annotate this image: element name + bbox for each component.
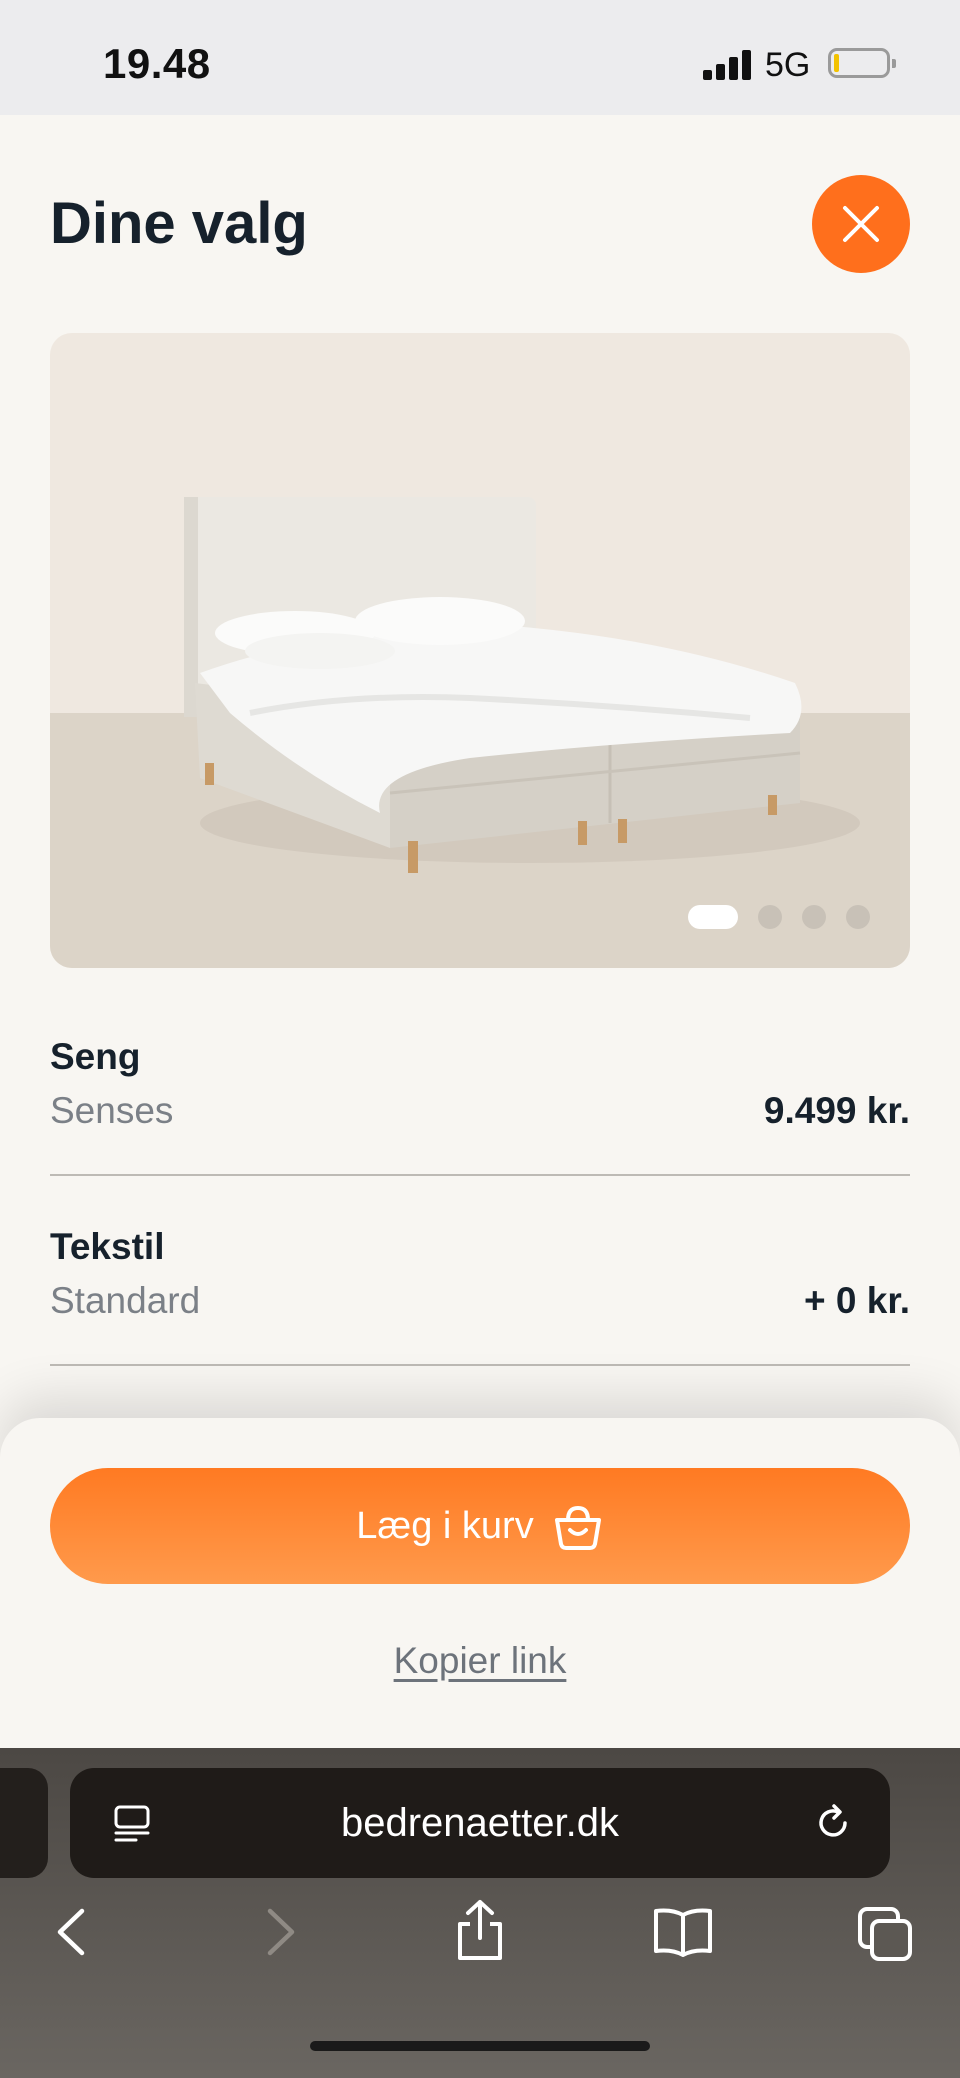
previous-tab-preview[interactable] — [0, 1768, 48, 1878]
cellular-signal-icon — [703, 50, 751, 80]
page-title: Dine valg — [50, 191, 308, 256]
divider — [50, 1174, 910, 1176]
selection-value-tekstil: Standard — [50, 1280, 201, 1321]
shopping-basket-icon — [554, 1505, 601, 1550]
add-to-cart-label: Læg i kurv — [356, 1504, 534, 1547]
copy-link-button[interactable]: Kopier link — [0, 1640, 960, 1682]
browser-toolbar: bedrenaetter.dk — [0, 1748, 960, 2078]
forward-icon[interactable] — [256, 1905, 304, 1959]
bookmarks-icon[interactable] — [652, 1905, 714, 1959]
product-image-carousel[interactable] — [50, 333, 910, 968]
divider — [50, 1364, 910, 1366]
network-type: 5G — [765, 46, 811, 84]
selection-price-seng: 9.499 kr. — [763, 1090, 910, 1131]
back-icon[interactable] — [48, 1905, 96, 1959]
bed-product-photo — [184, 497, 860, 873]
tabs-icon[interactable] — [856, 1905, 914, 1963]
battery-icon — [828, 48, 896, 78]
selection-value-seng: Senses — [50, 1090, 174, 1131]
add-to-cart-button[interactable]: Læg i kurv — [50, 1468, 910, 1584]
selection-label-seng: Seng — [50, 1036, 141, 1077]
close-icon — [843, 206, 879, 242]
status-time: 19.48 — [103, 40, 211, 87]
url-text: bedrenaetter.dk — [341, 1801, 619, 1845]
selection-price-tekstil: + 0 kr. — [804, 1280, 910, 1321]
status-bar: 19.48 5G — [0, 0, 960, 115]
home-indicator — [310, 2041, 650, 2051]
selection-label-tekstil: Tekstil — [50, 1226, 165, 1267]
address-bar[interactable]: bedrenaetter.dk — [70, 1768, 890, 1878]
close-button[interactable] — [812, 175, 910, 273]
share-icon[interactable] — [452, 1898, 508, 1964]
bottom-sheet: Læg i kurv Kopier link — [0, 1418, 960, 1748]
reload-icon[interactable] — [812, 1802, 854, 1844]
